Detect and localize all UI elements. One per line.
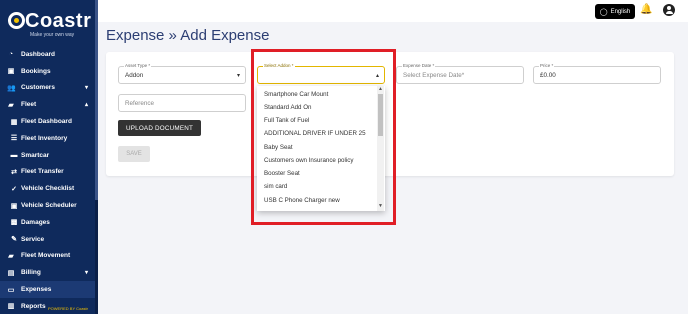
- upload-document-button[interactable]: UPLOAD DOCUMENT: [118, 120, 201, 136]
- logo-mark-icon: [8, 12, 25, 29]
- sidebar-item-vehicle-scheduler[interactable]: ▣ Vehicle Scheduler: [0, 197, 98, 214]
- sidebar-item-service[interactable]: ✎ Service: [0, 231, 98, 248]
- highlight-box: [251, 49, 396, 225]
- sidebar-item-dashboard[interactable]: ◔ Dashboard: [0, 46, 98, 63]
- price-label: Price *: [539, 63, 555, 68]
- transfer-icon: ⇄: [11, 168, 17, 176]
- logo-tagline: Make your own way: [30, 32, 75, 38]
- sidebar-item-bookings[interactable]: ▣ Bookings: [0, 63, 98, 80]
- sidebar-item-fleet-inventory[interactable]: ☰ Fleet Inventory: [0, 130, 98, 147]
- powered-by: POWERED BY Coastr: [48, 306, 88, 311]
- sidebar-item-fleet-movement[interactable]: ▰ Fleet Movement: [0, 248, 98, 265]
- page-title: Expense » Add Expense: [106, 27, 270, 44]
- caret-down-icon: ▾: [236, 73, 240, 79]
- calendar-icon: ▣: [10, 202, 18, 210]
- bill-icon: ▤: [7, 269, 15, 277]
- list-icon: ☰: [10, 135, 18, 143]
- calendar-icon: ▣: [7, 68, 15, 76]
- users-icon: 👥: [7, 84, 16, 92]
- expense-date-field[interactable]: Expense Date * Select Expense Date*: [396, 63, 524, 84]
- sidebar-item-vehicle-checklist[interactable]: ✓ Vehicle Checklist: [0, 180, 98, 197]
- language-button[interactable]: ◯ English: [595, 4, 635, 19]
- check-icon: ✓: [11, 185, 17, 193]
- sidebar-item-customers[interactable]: 👥 Customers ▾: [0, 80, 98, 97]
- money-icon: ▭: [7, 286, 15, 294]
- expense-date-placeholder: Select Expense Date*: [403, 72, 465, 79]
- sidebar-item-expenses[interactable]: ▭ Expenses: [0, 281, 98, 298]
- sidebar-item-damages[interactable]: ▩ Damages: [0, 214, 98, 231]
- globe-icon: ◯: [599, 8, 608, 16]
- warning-icon: ▩: [10, 219, 18, 227]
- car-icon: ▰: [8, 101, 14, 109]
- grid-icon: ▦: [10, 118, 18, 126]
- sidebar-item-fleet-transfer[interactable]: ⇄ Fleet Transfer: [0, 164, 98, 181]
- reference-placeholder: Reference: [125, 100, 155, 107]
- chevron-up-icon: ▴: [84, 102, 88, 109]
- logo-text: Coastr: [25, 10, 92, 32]
- gauge-icon: ◔: [8, 50, 14, 58]
- asset-type-value: Addon: [125, 72, 144, 79]
- asset-type-select[interactable]: Asset Type * Addon ▾: [118, 63, 246, 84]
- chevron-down-icon: ▾: [84, 85, 88, 92]
- chart-icon: ▥: [7, 303, 15, 311]
- asset-type-label: Asset Type *: [124, 63, 152, 68]
- sidebar-item-billing[interactable]: ▤ Billing ▾: [0, 264, 98, 281]
- sidebar-scrollbar-thumb[interactable]: [95, 0, 98, 200]
- sidebar: Coastr Make your own way ◔ Dashboard ▣ Boo…: [0, 0, 98, 314]
- reference-field[interactable]: Reference: [118, 94, 246, 112]
- bell-icon[interactable]: 🔔: [640, 4, 652, 15]
- price-field[interactable]: Price * £0.00: [533, 63, 661, 84]
- chevron-down-icon: ▾: [84, 270, 88, 277]
- sidebar-item-fleet[interactable]: ▰ Fleet ▴: [0, 96, 98, 113]
- sidebar-item-smartcar[interactable]: ▬ Smartcar: [0, 147, 98, 164]
- price-value: £0.00: [540, 72, 556, 79]
- car-icon: ▬: [10, 151, 18, 159]
- sidebar-item-fleet-dashboard[interactable]: ▦ Fleet Dashboard: [0, 113, 98, 130]
- language-label: English: [610, 8, 631, 15]
- sidebar-nav: ◔ Dashboard ▣ Bookings 👥 Customers ▾ ▰ Fleet ▴…: [0, 46, 98, 314]
- save-button[interactable]: SAVE: [118, 146, 150, 162]
- truck-icon: ▰: [8, 252, 14, 260]
- wrench-icon: ✎: [11, 236, 17, 244]
- user-avatar-icon[interactable]: [663, 4, 675, 16]
- coastr-logo[interactable]: Coastr Make your own way: [8, 10, 92, 40]
- expense-date-label: Expense Date *: [402, 63, 436, 68]
